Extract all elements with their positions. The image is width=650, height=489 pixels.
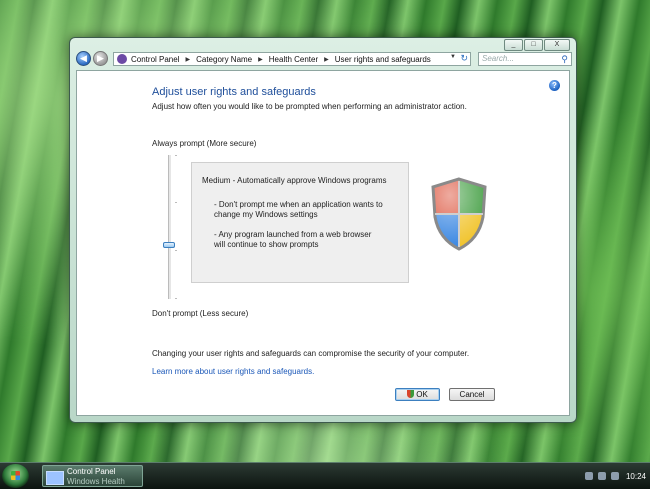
slider-tick xyxy=(175,298,177,299)
taskbar-item-control-panel[interactable]: Control Panel Windows Health xyxy=(42,465,143,487)
slider-tick xyxy=(175,202,177,203)
help-icon[interactable]: ? xyxy=(549,80,560,91)
start-button[interactable] xyxy=(2,464,29,488)
level-description-item: - Any program launched from a web browse… xyxy=(214,230,372,249)
control-panel-window: _ □ X ◀ ▶ Control Panel ▶ Category Name … xyxy=(69,37,577,423)
chevron-right-icon[interactable]: ▶ xyxy=(258,56,263,63)
back-arrow-icon[interactable]: ◀ xyxy=(76,51,91,66)
system-tray: 10:24 xyxy=(584,463,650,489)
address-bar[interactable]: Control Panel ▶ Category Name ▶ Health C… xyxy=(113,52,471,66)
page-subtitle: Adjust how often you would like to be pr… xyxy=(152,102,467,111)
page-title: Adjust user rights and safeguards xyxy=(152,86,316,98)
clock[interactable]: 10:24 xyxy=(626,472,646,481)
chevron-right-icon[interactable]: ▶ xyxy=(324,56,329,63)
security-warning-text: Changing your user rights and safeguards… xyxy=(152,349,470,358)
search-input[interactable]: Search... ⚲ xyxy=(478,52,572,66)
level-description-box: Medium - Automatically approve Windows p… xyxy=(191,162,409,283)
control-panel-icon xyxy=(117,54,127,64)
breadcrumb: Control Panel ▶ Category Name ▶ Health C… xyxy=(131,55,431,64)
learn-more-link[interactable]: Learn more about user rights and safegua… xyxy=(152,367,314,376)
windows-logo-icon xyxy=(11,471,20,480)
chevron-down-icon[interactable]: ▼ xyxy=(450,54,456,60)
level-description-heading: Medium - Automatically approve Windows p… xyxy=(202,176,387,185)
content-pane: ? Adjust user rights and safeguards Adju… xyxy=(76,70,570,416)
breadcrumb-category-name[interactable]: Category Name xyxy=(196,55,252,64)
slider-track[interactable] xyxy=(168,155,171,299)
control-panel-window-icon xyxy=(46,471,64,485)
level-description-item: - Don't prompt me when an application wa… xyxy=(214,200,383,219)
security-center-icon[interactable] xyxy=(584,472,593,480)
slider-tick xyxy=(175,250,177,251)
search-placeholder: Search... xyxy=(482,54,515,63)
slider-tick xyxy=(175,155,177,156)
slider-thumb[interactable] xyxy=(163,242,175,248)
breadcrumb-control-panel[interactable]: Control Panel xyxy=(131,55,179,64)
refresh-icon[interactable]: ↻ xyxy=(460,53,468,64)
search-icon[interactable]: ⚲ xyxy=(561,53,568,65)
cancel-button[interactable]: Cancel xyxy=(449,388,495,401)
security-shield-icon xyxy=(431,177,487,251)
network-icon[interactable] xyxy=(597,472,606,480)
slider-top-label: Always prompt (More secure) xyxy=(152,139,257,148)
forward-arrow-icon[interactable]: ▶ xyxy=(93,51,108,66)
security-level-slider[interactable] xyxy=(163,155,177,299)
slider-bottom-label: Don't prompt (Less secure) xyxy=(152,309,249,318)
breadcrumb-user-rights[interactable]: User rights and safeguards xyxy=(335,55,431,64)
uac-shield-icon xyxy=(407,390,415,398)
taskbar: Control Panel Windows Health 10:24 xyxy=(0,462,650,489)
taskbar-item-title: Control Panel xyxy=(67,467,116,476)
taskbar-item-subtitle: Windows Health xyxy=(67,477,125,486)
ok-button[interactable]: OK xyxy=(395,388,440,401)
volume-icon[interactable] xyxy=(610,472,619,480)
chevron-right-icon[interactable]: ▶ xyxy=(185,56,190,63)
ok-button-label: OK xyxy=(416,390,428,399)
navigation-bar: ◀ ▶ Control Panel ▶ Category Name ▶ Heal… xyxy=(76,50,572,68)
breadcrumb-health-center[interactable]: Health Center xyxy=(269,55,318,64)
